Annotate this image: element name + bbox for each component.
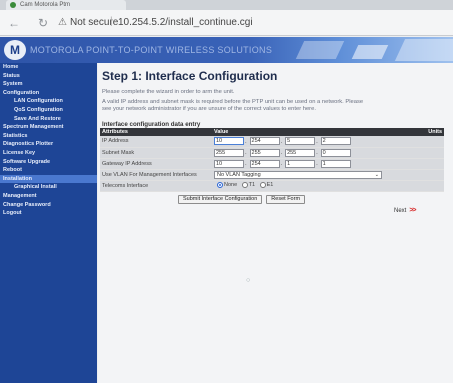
mask-octet-4[interactable]: 0 [320,148,351,157]
telecoms-field: None T1 E1 [212,180,423,192]
gateway-label: Gateway IP Address [100,158,212,170]
radio-e1-label: E1 [266,182,274,189]
table-header: Attributes Value Units [100,128,444,136]
sidebar-item-lan-configuration[interactable]: LAN Configuration [0,97,97,106]
vlan-label: Use VLAN For Management Interfaces [100,169,212,181]
table-row: Gateway IP Address 10. 254. 1. 1 [100,158,444,170]
subnet-mask-label: Subnet Mask [100,147,212,159]
table-row: Telecoms Interface None T1 E1 [100,180,444,192]
banner-title: MOTOROLA POINT-TO-POINT WIRELESS SOLUTIO… [30,45,273,55]
vlan-selected-value: No VLAN Tagging [217,171,261,178]
radio-none[interactable] [217,182,223,189]
page-title: Step 1: Interface Configuration [102,69,278,83]
interface-config-table: Attributes Value Units IP Address 10. 25… [100,128,444,192]
ip-address-field: 10. 254. 5. 2 [212,136,423,148]
vlan-field: No VLAN Tagging ⌄ [212,169,423,181]
units-cell [422,180,444,192]
units-cell [422,158,444,170]
warning-icon: ⚠ [58,17,67,28]
intro-text: Please complete the wizard in order to a… [102,89,235,95]
header-value: Value [212,128,423,136]
sidebar-item-qos-configuration[interactable]: QoS Configuration [0,106,97,115]
gw-octet-2[interactable]: 254 [249,159,280,168]
ip-octet-4[interactable]: 2 [320,137,351,146]
url-separator: | [110,16,113,27]
header-attributes: Attributes [100,128,212,136]
next-link[interactable]: Next >> [394,207,417,214]
motorola-logo: M [4,40,26,60]
mask-octet-2[interactable]: 255 [249,148,280,157]
sidebar-item-status[interactable]: Status [0,72,97,81]
units-cell [422,136,444,148]
radio-none-label: None [224,182,238,189]
info-text-line-2: see your network administrator if you ar… [102,106,316,112]
banner-graphic [295,41,345,59]
radio-e1[interactable] [259,182,266,189]
mouse-cursor-icon: ○ [246,277,251,284]
table-row: Use VLAN For Management Interfaces No VL… [100,169,444,181]
sidebar-item-logout[interactable]: Logout [0,209,97,218]
sidebar-item-save-and-restore[interactable]: Save And Restore [0,115,97,124]
sidebar-item-graphical-install[interactable]: Graphical Install [0,183,97,192]
sidebar-item-statistics[interactable]: Statistics [0,132,97,141]
favicon-icon [10,2,16,8]
ip-address-label: IP Address [100,136,212,148]
sidebar-item-home[interactable]: Home [0,63,97,72]
sidebar-item-system[interactable]: System [0,80,97,89]
sidebar-item-installation[interactable]: Installation [0,174,97,184]
info-text-line-1: A valid IP address and subnet mask is re… [102,99,364,105]
browser-tab-strip: Cam Motorola Ptm [0,0,453,10]
banner-graphic [394,39,453,61]
back-arrow-icon[interactable]: ← [8,16,20,30]
banner-graphic [351,45,389,59]
address-bar[interactable]: 10.254.5.2/install_continue.cgi [118,17,253,28]
mask-octet-3[interactable]: 255 [285,148,316,157]
gw-octet-4[interactable]: 1 [320,159,351,168]
vlan-select[interactable]: No VLAN Tagging ⌄ [214,170,382,179]
reset-form-button[interactable]: Reset Form [266,195,306,204]
radio-t1[interactable] [241,182,248,189]
section-title: Interface configuration data entry [102,121,201,128]
sidebar-item-reboot[interactable]: Reboot [0,166,97,175]
units-cell [422,169,444,181]
sidebar-item-software-upgrade[interactable]: Software Upgrade [0,158,97,167]
sidebar-item-spectrum-management[interactable]: Spectrum Management [0,123,97,132]
sidebar-item-management[interactable]: Management [0,192,97,201]
sidebar-item-configuration[interactable]: Configuration [0,89,97,98]
tab-title: Cam Motorola Ptm [20,2,71,8]
next-label: Next [394,207,407,214]
browser-toolbar: ← ↻ ⚠ Not secure | 10.254.5.2/install_co… [0,10,453,36]
chevron-down-icon: ⌄ [374,171,379,178]
form-buttons: Submit Interface Configuration Reset For… [178,195,306,204]
header-units: Units [422,128,444,136]
table-row: IP Address 10. 254. 5. 2 [100,136,444,148]
ip-octet-2[interactable]: 254 [249,137,280,146]
ip-octet-3[interactable]: 5 [285,137,316,146]
radio-t1-label: T1 [248,182,256,189]
next-arrows-icon: >> [409,207,416,214]
browser-tab[interactable]: Cam Motorola Ptm [6,0,126,10]
gateway-field: 10. 254. 1. 1 [212,158,423,170]
reload-icon[interactable]: ↻ [38,16,48,30]
sidebar-nav: Home Status System Configuration LAN Configu… [0,63,97,383]
main-content: Step 1: Interface Configuration Please c… [98,63,453,383]
mask-octet-1[interactable]: 255 [214,148,244,157]
telecoms-label: Telecoms Interface [100,180,212,192]
sidebar-item-diagnostics-plotter[interactable]: Diagnostics Plotter [0,140,97,149]
sidebar-item-license-key[interactable]: License Key [0,149,97,158]
ip-octet-1[interactable]: 10 [214,137,244,146]
app-banner: M MOTOROLA POINT-TO-POINT WIRELESS SOLUT… [0,37,453,63]
sidebar-item-change-password[interactable]: Change Password [0,201,97,210]
screen: Cam Motorola Ptm ← ↻ ⚠ Not secure | 10.2… [0,0,453,383]
gw-octet-1[interactable]: 10 [214,159,244,168]
subnet-mask-field: 255. 255. 255. 0 [212,147,423,159]
table-row: Subnet Mask 255. 255. 255. 0 [100,147,444,159]
gw-octet-3[interactable]: 1 [285,159,316,168]
submit-interface-config-button[interactable]: Submit Interface Configuration [178,195,263,204]
units-cell [422,147,444,159]
